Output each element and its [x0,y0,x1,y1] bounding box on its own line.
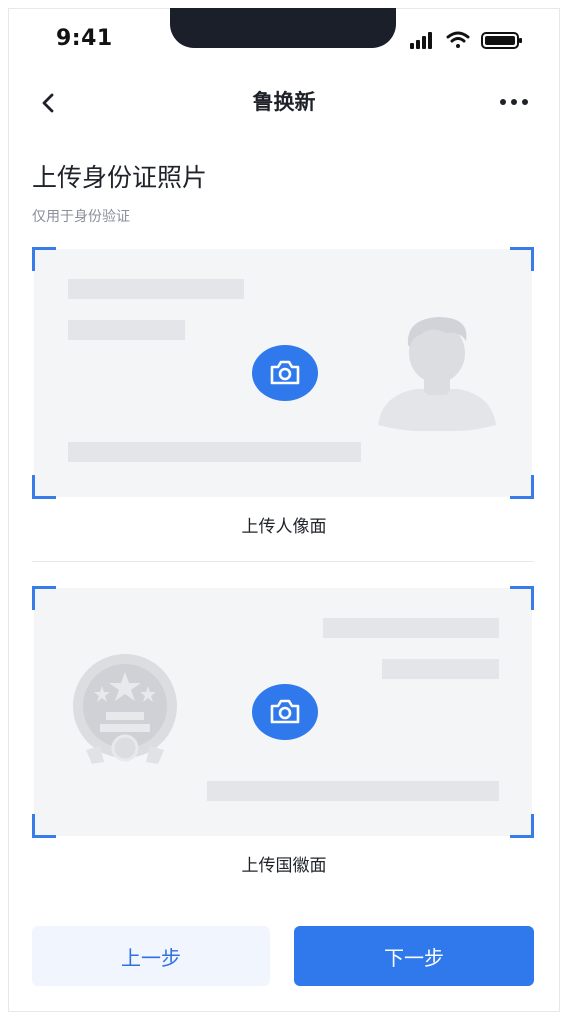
page-title: 上传身份证照片 [32,163,208,192]
emblem-card-label: 上传国徽面 [241,856,327,876]
frame-corner [32,475,56,499]
status-time: 9:41 [56,26,113,51]
wifi-icon [446,31,470,48]
frame-corner [32,814,56,838]
portrait-card-label: 上传人像面 [241,517,327,537]
camera-button[interactable] [252,684,318,740]
frame-corner [32,586,56,610]
battery-icon [481,32,522,49]
section-divider [32,561,534,562]
frame-corner [32,247,56,271]
portrait-silhouette-icon [378,317,496,431]
camera-icon [270,699,300,724]
upload-emblem-card[interactable] [32,586,534,838]
more-dots-icon [500,99,528,105]
status-icons [408,28,526,52]
page-nav-title: 鲁换新 [252,90,316,114]
next-step-button[interactable]: 下一步 [294,926,534,986]
page-subtitle: 仅用于身份验证 [32,209,130,225]
frame-corner [510,247,534,271]
frame-corner [510,814,534,838]
camera-icon [270,360,300,385]
upload-portrait-card[interactable] [32,247,534,499]
camera-button[interactable] [252,345,318,401]
placeholder-line [323,618,499,638]
signal-icon [410,32,432,49]
previous-step-button[interactable]: 上一步 [32,926,270,986]
placeholder-line [68,279,244,299]
placeholder-line [68,442,361,462]
placeholder-line [382,659,499,679]
frame-corner [510,586,534,610]
frame-corner [510,475,534,499]
more-button[interactable] [496,92,532,112]
placeholder-line [68,320,185,340]
national-emblem-icon [73,654,177,764]
placeholder-line [207,781,499,801]
device-notch [170,8,396,48]
